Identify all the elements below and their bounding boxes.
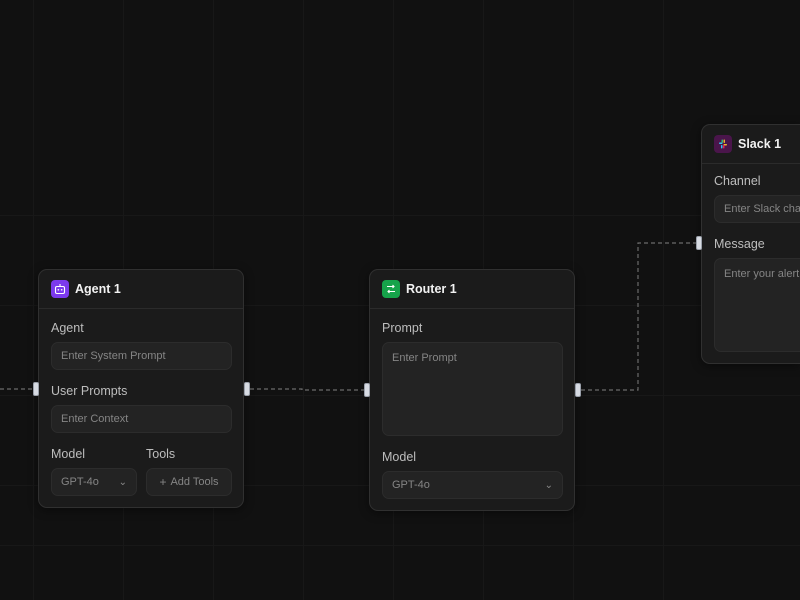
router-node-title: Router 1 xyxy=(406,282,457,296)
edge-router-slack xyxy=(581,242,696,391)
edge-agent-router xyxy=(250,388,366,391)
message-label: Message xyxy=(714,237,765,251)
prompt-placeholder: Enter Prompt xyxy=(392,352,457,364)
router-model-value: GPT-4o xyxy=(392,479,430,491)
model-select-value: GPT-4o xyxy=(61,476,99,488)
slack-node[interactable]: Slack 1 Channel Enter Slack chan Message… xyxy=(701,124,800,364)
chevron-down-icon: ⌄ xyxy=(118,476,127,488)
slack-node-title: Slack 1 xyxy=(738,137,782,151)
agent-input-handle[interactable] xyxy=(33,382,39,396)
user-prompts-label: User Prompts xyxy=(51,384,128,398)
prompt-textarea[interactable]: Enter Prompt xyxy=(382,342,563,436)
agent-node-header[interactable]: Agent 1 xyxy=(39,270,243,309)
prompt-label: Prompt xyxy=(382,321,423,335)
router-node[interactable]: Router 1 Prompt Enter Prompt Model GPT-4… xyxy=(369,269,575,511)
slack-input-handle[interactable] xyxy=(696,236,702,250)
agent-label: Agent xyxy=(51,321,84,335)
message-placeholder: Enter your alert m xyxy=(724,268,800,280)
message-textarea[interactable]: Enter your alert m xyxy=(714,258,800,352)
router-model-label: Model xyxy=(382,450,417,464)
agent-output-handle[interactable] xyxy=(244,382,250,396)
workflow-canvas[interactable]: Agent 1 Agent Enter System Prompt User P… xyxy=(0,0,800,600)
chevron-down-icon: ⌄ xyxy=(544,479,553,491)
router-output-handle[interactable] xyxy=(575,383,581,397)
add-tools-button[interactable]: + Add Tools xyxy=(146,468,232,496)
slack-node-header[interactable]: Slack 1 xyxy=(702,125,800,164)
channel-placeholder: Enter Slack chan xyxy=(724,203,800,215)
channel-input[interactable]: Enter Slack chan xyxy=(714,195,800,223)
slack-icon xyxy=(714,135,732,153)
router-node-header[interactable]: Router 1 xyxy=(370,270,574,309)
agent-node[interactable]: Agent 1 Agent Enter System Prompt User P… xyxy=(38,269,244,508)
system-prompt-input[interactable]: Enter System Prompt xyxy=(51,342,232,370)
router-model-select[interactable]: GPT-4o ⌄ xyxy=(382,471,563,499)
system-prompt-placeholder: Enter System Prompt xyxy=(61,350,166,362)
model-select[interactable]: GPT-4o ⌄ xyxy=(51,468,137,496)
plus-icon: + xyxy=(159,475,167,489)
context-placeholder: Enter Context xyxy=(61,413,129,425)
add-tools-label: Add Tools xyxy=(170,476,219,488)
channel-label: Channel xyxy=(714,174,761,188)
router-icon xyxy=(382,280,400,298)
robot-icon xyxy=(51,280,69,298)
tools-label: Tools xyxy=(146,447,176,461)
context-input[interactable]: Enter Context xyxy=(51,405,232,433)
router-input-handle[interactable] xyxy=(364,383,370,397)
agent-node-title: Agent 1 xyxy=(75,282,121,296)
model-label: Model xyxy=(51,447,86,461)
